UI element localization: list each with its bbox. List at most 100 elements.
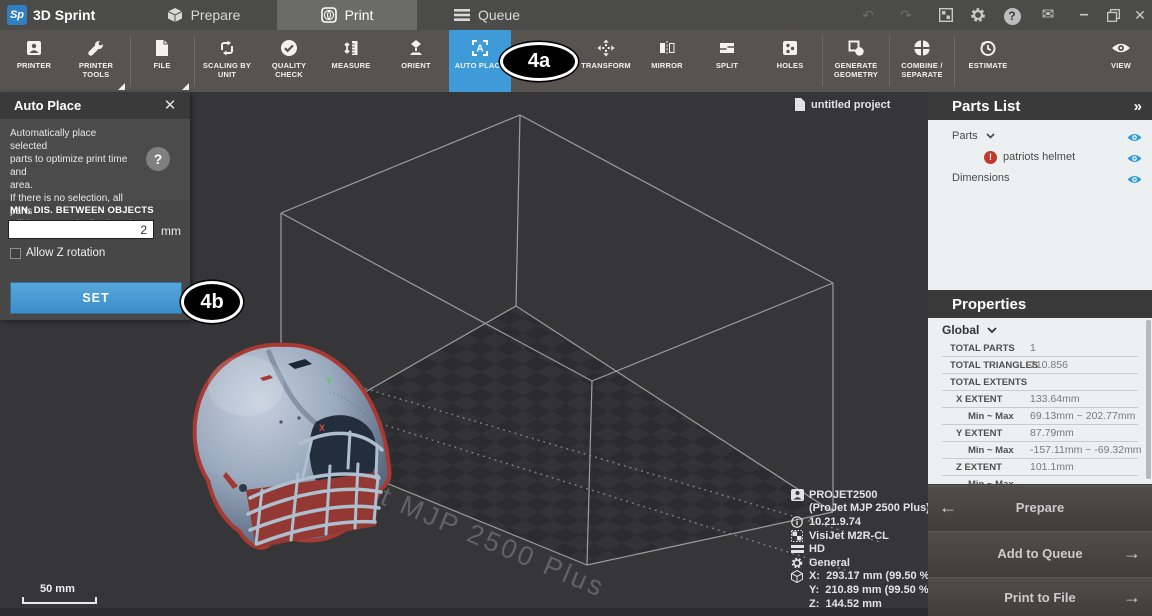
- gear-icon: [790, 557, 804, 569]
- print-to-file-label: Print to File: [968, 590, 1112, 605]
- app-logo: Sp: [7, 5, 27, 25]
- svg-text:A: A: [476, 44, 483, 55]
- dimensions-group-row[interactable]: Dimensions: [928, 168, 1152, 188]
- app-window: ProJet MJP 2500 Plus: [0, 0, 1152, 616]
- build-volume-icon: [790, 570, 804, 583]
- toolbar-separator: [954, 36, 955, 86]
- min-distance-label: MIN. DIS. BETWEEN OBJECTS: [10, 205, 154, 216]
- toolbar-button-holes[interactable]: HOLES: [760, 30, 820, 92]
- panel-close-icon[interactable]: ✕: [160, 96, 180, 114]
- toolbar-button-orient[interactable]: ORIENT: [386, 30, 446, 92]
- allow-z-rotation-label: Allow Z rotation: [26, 247, 105, 259]
- properties-group-row[interactable]: Global: [928, 321, 1152, 339]
- step-badge-4b: 4b: [181, 281, 243, 323]
- printer-icon: [25, 37, 43, 59]
- flyout-corner-marker: [118, 83, 125, 90]
- help-icon[interactable]: ?: [1002, 6, 1022, 24]
- extent-x: X: 293.17 mm (99.50 %): [809, 570, 933, 582]
- toolbar-separator: [194, 36, 195, 86]
- toolbar-button-quality-check[interactable]: QUALITY CHECK: [258, 30, 320, 92]
- parts-list-body: Parts ! patriots helmet Dimensions: [928, 120, 1152, 290]
- property-row: Min ~ Max: [942, 476, 1138, 484]
- tab-queue[interactable]: Queue: [417, 0, 557, 30]
- messages-icon[interactable]: ✉: [1038, 6, 1058, 24]
- printer-info-block: PROJET2500 (ProJet MJP 2500 Plus) 10.21.…: [790, 488, 933, 610]
- extent-y: Y: 210.89 mm (99.50 %): [809, 584, 932, 596]
- info-icon: [790, 516, 804, 528]
- app-title: 3D Sprint: [33, 7, 95, 23]
- toolbar-button-scaling-by-unit[interactable]: SCALING BY UNIT: [196, 30, 258, 92]
- chevron-down-icon[interactable]: [987, 327, 997, 334]
- collapse-panel-icon[interactable]: »: [1134, 98, 1140, 115]
- printer-ip: 10.21.9.74: [809, 516, 861, 528]
- toolbar-button-transform[interactable]: TRANSFORM: [575, 30, 637, 92]
- right-arrow-icon: →: [1112, 543, 1152, 564]
- visibility-eye-icon[interactable]: [1127, 172, 1142, 190]
- restore-icon[interactable]: [1103, 8, 1123, 26]
- file-icon: [795, 98, 805, 111]
- toolbar-button-split[interactable]: SPLIT: [698, 30, 756, 92]
- right-panel: Parts List » Parts ! patriots helmet Dim…: [928, 92, 1152, 616]
- scale-bar-label: 50 mm: [40, 583, 75, 595]
- wrench-icon: [87, 37, 105, 59]
- resolution-icon: [790, 544, 804, 554]
- visibility-eye-icon[interactable]: [1127, 151, 1142, 169]
- printer-material: VisiJet M2R-CL: [809, 530, 889, 542]
- settings-gear-icon[interactable]: [968, 7, 988, 25]
- toolbar-button-mirror[interactable]: MIRROR: [637, 30, 697, 92]
- workspace-icon[interactable]: [936, 8, 956, 26]
- title-bar: Sp 3D Sprint Prepare Print Queue ↶ ↷ ? ✉…: [0, 0, 1152, 30]
- auto-place-panel-title: Auto Place: [14, 98, 81, 113]
- add-to-queue-button[interactable]: Add to Queue →: [928, 531, 1152, 575]
- properties-scrollbar[interactable]: [1146, 320, 1151, 479]
- toolbar-button-combine-separate[interactable]: COMBINE / SEPARATE: [891, 30, 953, 92]
- help-circle-icon[interactable]: ?: [146, 147, 170, 171]
- set-button[interactable]: SET: [10, 282, 182, 314]
- toolbar-button-estimate[interactable]: ESTIMATE: [956, 30, 1020, 92]
- tab-print-label: Print: [345, 7, 374, 23]
- parts-list-header: Parts List »: [928, 92, 1152, 120]
- printer-mode: General: [809, 557, 850, 569]
- tab-print[interactable]: Print: [277, 0, 417, 30]
- part-patriots-helmet[interactable]: Y X: [197, 347, 388, 548]
- printer-name: PROJET2500: [809, 489, 877, 501]
- toolbar-button-printer[interactable]: PRINTER: [3, 30, 65, 92]
- print-sphere-icon: [321, 7, 337, 23]
- right-arrow-icon: →: [1112, 587, 1152, 608]
- auto-place-panel: Auto Place ✕ Automatically place selecte…: [0, 92, 190, 320]
- add-to-queue-label: Add to Queue: [968, 546, 1112, 561]
- parts-group-row[interactable]: Parts: [928, 126, 1152, 146]
- toolbar-button-file[interactable]: FILE: [133, 30, 191, 92]
- toolbar-button-measure[interactable]: MEASURE: [320, 30, 382, 92]
- minimize-icon[interactable]: –: [1074, 6, 1094, 24]
- tab-prepare[interactable]: Prepare: [130, 0, 277, 30]
- property-row: TOTAL TRIANGLES210.856: [942, 357, 1138, 374]
- auto-place-panel-header: Auto Place ✕: [0, 92, 190, 119]
- undo-icon[interactable]: ↶: [858, 6, 878, 24]
- dimensions-group-label: Dimensions: [952, 172, 1009, 184]
- axis-x-label: X: [319, 423, 325, 433]
- step-badge-4a: 4a: [500, 42, 578, 81]
- toolbar-button-generate-geometry[interactable]: GENERATE GEOMETRY: [824, 30, 888, 92]
- tab-queue-label: Queue: [478, 7, 520, 23]
- toolbar-button-view[interactable]: VIEW: [1090, 30, 1152, 92]
- redo-icon[interactable]: ↷: [896, 6, 916, 24]
- left-arrow-icon: ←: [928, 497, 968, 518]
- properties-body: Global TOTAL PARTS1 TOTAL TRIANGLES210.8…: [928, 318, 1152, 484]
- allow-z-rotation-checkbox[interactable]: [10, 248, 21, 259]
- properties-title: Properties: [952, 296, 1152, 313]
- min-distance-input[interactable]: [8, 220, 154, 239]
- print-to-file-button[interactable]: Print to File →: [928, 577, 1152, 616]
- property-row: X EXTENT133.64mm: [942, 391, 1138, 408]
- printer-model: (ProJet MJP 2500 Plus): [809, 502, 930, 514]
- prepare-nav-button[interactable]: ← Prepare: [928, 485, 1152, 529]
- toolbar-separator: [130, 36, 131, 86]
- mirror-icon: [658, 37, 676, 59]
- close-icon[interactable]: ✕: [1130, 6, 1150, 24]
- parts-list-title: Parts List: [952, 98, 1134, 115]
- toolbar-button-printer-tools[interactable]: PRINTER TOOLS: [65, 30, 127, 92]
- part-name-label: patriots helmet: [1003, 151, 1075, 163]
- visibility-eye-icon[interactable]: [1127, 130, 1142, 148]
- part-row-patriots-helmet[interactable]: ! patriots helmet: [928, 147, 1152, 167]
- chevron-down-icon[interactable]: [986, 133, 995, 139]
